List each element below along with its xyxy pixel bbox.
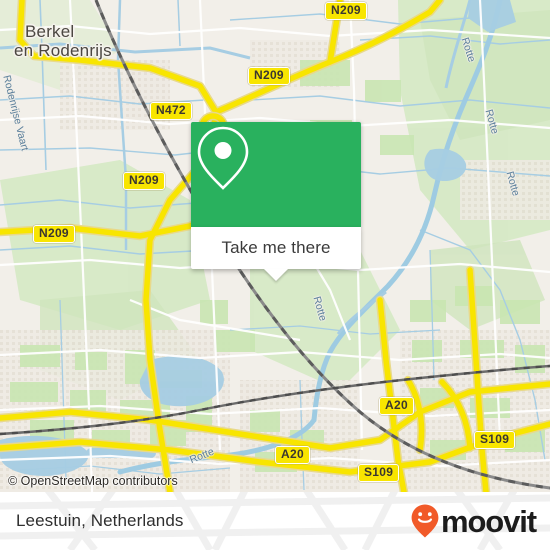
moovit-pin-smiley-icon: [411, 504, 439, 538]
road-shield-n209: N209: [33, 225, 75, 243]
callout-pointer-tail: [264, 269, 288, 281]
road-shield-n209: N209: [325, 2, 367, 20]
take-me-there-label: Take me there: [221, 238, 331, 257]
map-attribution[interactable]: © OpenStreetMap contributors: [8, 474, 178, 488]
map-pin-icon: [197, 126, 249, 190]
footer-bar: Leestuin, Netherlands moovit: [0, 492, 550, 550]
road-shield-n209: N209: [248, 67, 290, 85]
moovit-brand[interactable]: moovit: [410, 503, 537, 539]
location-callout[interactable]: Take me there: [191, 122, 361, 281]
road-shield-s109: S109: [358, 464, 400, 482]
road-shield-n209: N209: [123, 172, 165, 190]
map-canvas[interactable]: Berkel en Rodenrijs Rodenrijse Vaart Rot…: [0, 0, 550, 492]
callout-image-area: [191, 122, 361, 227]
footer-location-title: Leestuin, Netherlands: [16, 511, 184, 530]
road-shield-s109: S109: [474, 431, 516, 449]
callout-action-bar[interactable]: Take me there: [191, 227, 361, 281]
road-shield-n472: N472: [150, 102, 192, 120]
road-shield-a20: A20: [379, 397, 414, 415]
moovit-map-screenshot: Berkel en Rodenrijs Rodenrijse Vaart Rot…: [0, 0, 550, 550]
moovit-wordmark: moovit: [440, 503, 537, 539]
road-shield-a20: A20: [275, 446, 310, 464]
